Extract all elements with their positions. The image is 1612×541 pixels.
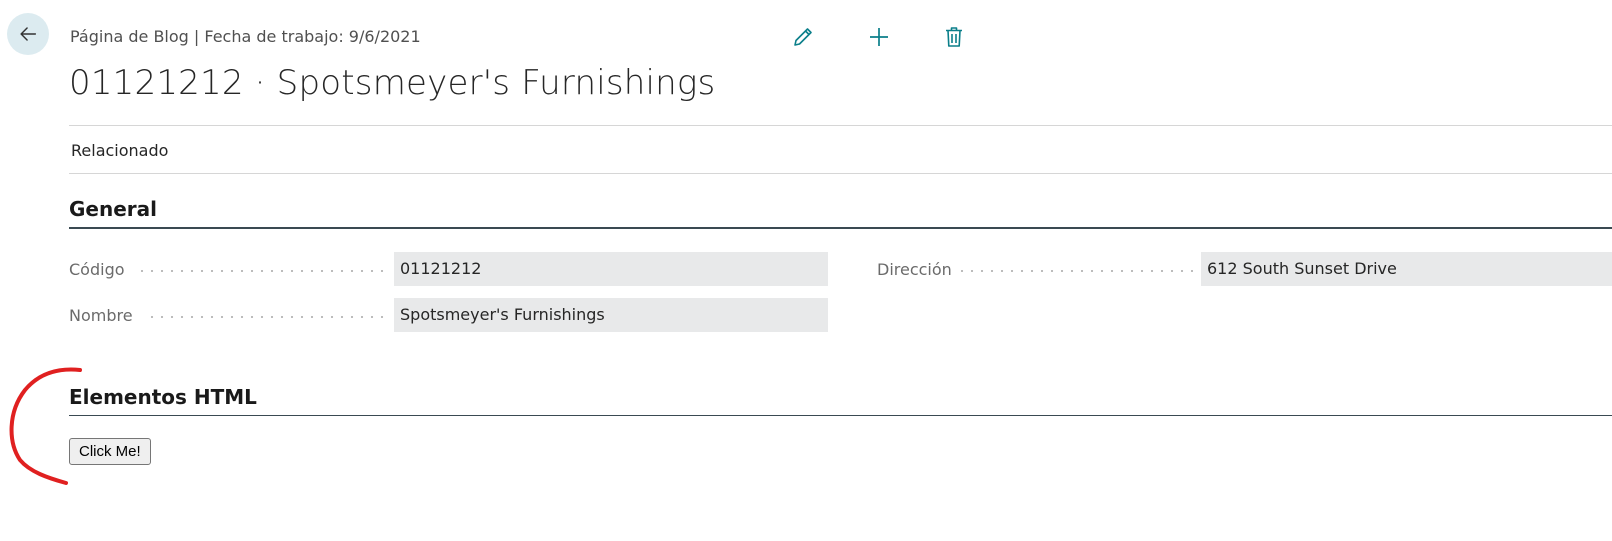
delete-button[interactable]: [941, 24, 967, 50]
record-title: 01121212 · Spotsmeyer's Furnishings: [69, 63, 716, 103]
codigo-label: Código: [69, 260, 125, 279]
section-divider: [69, 415, 1612, 416]
pencil-icon: [794, 28, 812, 46]
trash-icon: [946, 27, 962, 47]
plus-icon: [870, 28, 888, 46]
page: Página de Blog | Fecha de trabajo: 9/6/2…: [0, 0, 1612, 541]
codigo-field[interactable]: 01121212: [394, 252, 828, 286]
page-caption: Página de Blog | Fecha de trabajo: 9/6/2…: [70, 27, 421, 46]
back-button[interactable]: [7, 13, 49, 55]
dotted-leader: [957, 270, 1193, 272]
general-section-title[interactable]: General: [69, 197, 157, 221]
arrow-left-icon: [20, 27, 37, 41]
divider: [69, 173, 1612, 174]
section-divider: [69, 227, 1612, 229]
divider: [69, 125, 1612, 126]
direccion-field[interactable]: 612 South Sunset Drive: [1201, 252, 1612, 286]
dotted-leader: [147, 316, 385, 318]
red-annotation-mark: [9, 367, 82, 485]
edit-button[interactable]: [790, 24, 816, 50]
new-button[interactable]: [866, 24, 892, 50]
dotted-leader: [137, 270, 385, 272]
nombre-field[interactable]: Spotsmeyer's Furnishings: [394, 298, 828, 332]
related-menu[interactable]: Relacionado: [71, 141, 168, 160]
nombre-label: Nombre: [69, 306, 133, 325]
direccion-label: Dirección: [877, 260, 952, 279]
